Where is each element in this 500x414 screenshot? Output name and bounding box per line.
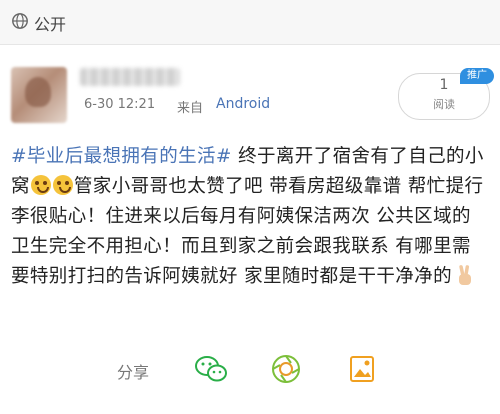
moments-icon[interactable] — [269, 354, 303, 384]
wechat-icon[interactable] — [194, 354, 228, 384]
promo-badge: 推广 — [460, 68, 494, 84]
emoji-icon — [52, 175, 73, 195]
post-text-2: 管家小哥哥也太赞了吧 带看房超级靠谱 帮忙提行李很贴心！住进来以后每月有阿姨保洁… — [11, 176, 484, 287]
emoji-icon — [30, 175, 51, 195]
hashtag-link[interactable]: #毕业后最想拥有的生活# — [11, 146, 232, 167]
image-icon[interactable] — [346, 354, 380, 384]
read-label: 阅读 — [433, 98, 455, 111]
peace-hand-icon — [458, 265, 471, 285]
source-prefix: 来自 — [177, 101, 204, 116]
header-bar: 公开 — [0, 0, 500, 45]
share-label: 分享 — [117, 363, 150, 382]
avatar[interactable] — [11, 67, 67, 123]
globe-icon — [12, 13, 28, 29]
username-blurred[interactable] — [80, 68, 180, 86]
visibility-label: 公开 — [34, 15, 67, 34]
post-body: #毕业后最想拥有的生活# 终于离开了宿舍有了自己的小窝 管家小哥哥也太赞了吧 带看… — [11, 142, 489, 292]
post-timestamp: 6-30 12:21 — [84, 97, 156, 112]
source-link[interactable]: Android — [216, 96, 270, 112]
